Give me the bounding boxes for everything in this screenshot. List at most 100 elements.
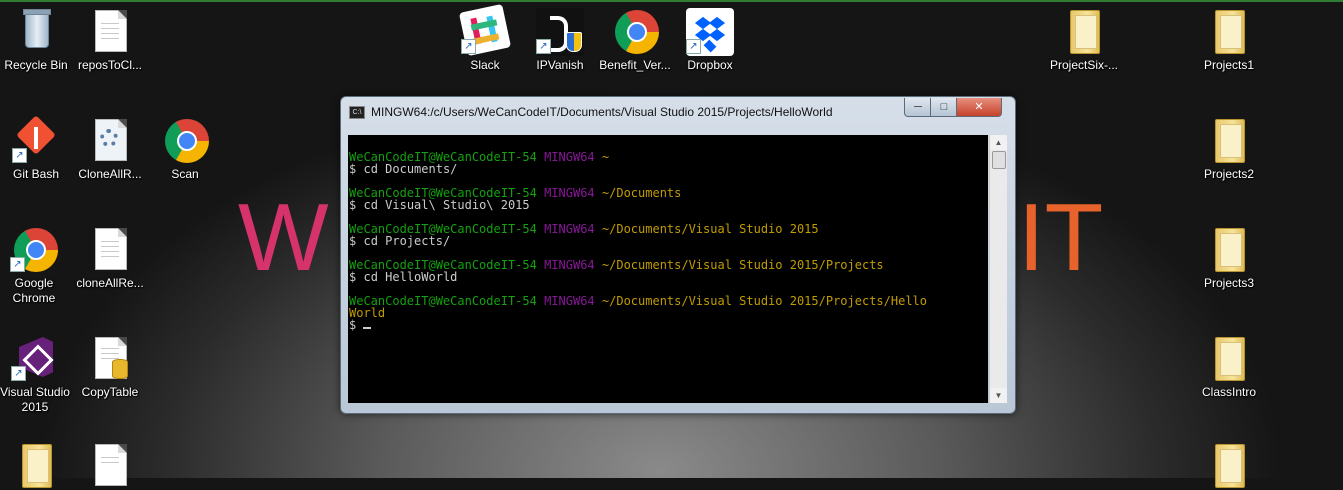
shortcut-arrow-icon: ↗ [11, 366, 26, 381]
close-button[interactable]: ✕ [956, 98, 1002, 117]
desktop-icon-label: CopyTable [81, 385, 139, 399]
ipvanish-icon: ↗ [536, 8, 584, 56]
command-text: cd HelloWorld [363, 270, 458, 284]
command-line: $ cd Documents/ [349, 163, 988, 175]
prompt-path: ~/Documents/Visual Studio 2015/Projects [601, 258, 884, 272]
desktop-icon-label: Benefit_Ver... [599, 58, 671, 72]
desktop-icon-repos-to-cl[interactable]: reposToCl... [72, 8, 148, 73]
shortcut-arrow-icon: ↗ [10, 257, 25, 272]
folder-icon [1205, 226, 1253, 274]
desktop-icon-folder-partial-right[interactable] [1191, 442, 1267, 490]
desktop-icon-label: IPVanish [536, 58, 584, 72]
terminal-console[interactable]: WeCanCodeIT@WeCanCodeIT-54 MINGW64 ~ $ c… [348, 135, 988, 403]
desktop-icon-slack[interactable]: ↗ Slack [447, 3, 523, 73]
vertical-scrollbar[interactable]: ▲ ▼ [989, 135, 1007, 403]
desktop-icon-project-six[interactable]: ProjectSix-... [1046, 8, 1122, 73]
visual-studio-icon: ↗ [11, 335, 59, 383]
desktop-icon-projects2[interactable]: Projects2 [1191, 117, 1267, 182]
prompt-path: ~/Documents/Visual Studio 2015 [601, 222, 819, 236]
prompt-path: ~/Documents [601, 186, 682, 200]
script-gear-icon [86, 117, 134, 165]
file-icon [86, 226, 134, 274]
desktop-icon-git-bash[interactable]: ↗ Git Bash [0, 115, 74, 182]
minimize-button[interactable]: ─ [904, 98, 932, 117]
scroll-up-arrow-icon[interactable]: ▲ [990, 135, 1007, 150]
desktop-icon-label: Visual Studio 2015 [0, 385, 70, 414]
desktop-icon-projects3[interactable]: Projects3 [1191, 226, 1267, 291]
maximize-button[interactable]: □ [930, 98, 958, 117]
desktop-icon-scan[interactable]: Scan [147, 117, 223, 182]
command-text: cd Visual\ Studio\ 2015 [363, 198, 530, 212]
desktop-icon-copy-table[interactable]: CopyTable [72, 335, 148, 400]
scroll-down-arrow-icon[interactable]: ▼ [990, 388, 1007, 403]
command-text: cd Documents/ [363, 162, 458, 176]
chrome-icon: ↗ [10, 226, 58, 274]
chrome-icon [611, 8, 659, 56]
desktop-icon-label: CloneAllR... [78, 167, 142, 181]
prompt-symbol: $ [349, 234, 357, 248]
folder-icon [1060, 8, 1108, 56]
window-title: MINGW64:/c/Users/WeCanCodeIT/Documents/V… [371, 105, 833, 119]
window-titlebar[interactable]: C:\ MINGW64:/c/Users/WeCanCodeIT/Documen… [341, 97, 1015, 127]
dropbox-icon: ↗ [686, 8, 734, 56]
folder-icon [1205, 8, 1253, 56]
desktop-icon-projects1[interactable]: Projects1 [1191, 8, 1267, 73]
desktop-icon-visual-studio[interactable]: ↗ Visual Studio 2015 [0, 335, 73, 415]
prompt-shell: MINGW64 [544, 258, 595, 272]
desktop-icon-label: Scan [171, 167, 199, 181]
desktop-icon-benefit-ver[interactable]: Benefit_Ver... [597, 8, 673, 73]
folder-icon [1205, 117, 1253, 165]
file-icon [86, 8, 134, 56]
prompt-shell: MINGW64 [544, 222, 595, 236]
shortcut-arrow-icon: ↗ [12, 148, 27, 163]
folder-icon [1205, 442, 1253, 490]
command-text: cd Projects/ [363, 234, 451, 248]
desktop-icon-label: Recycle Bin [4, 58, 68, 72]
desktop-icon-label: Git Bash [12, 167, 60, 181]
database-file-icon [86, 335, 134, 383]
chrome-icon [161, 117, 209, 165]
command-line: $ cd HelloWorld [349, 271, 988, 283]
desktop-icon-clone-all-r[interactable]: CloneAllR... [72, 117, 148, 182]
desktop-icon-ipvanish[interactable]: ↗ IPVanish [522, 8, 598, 73]
git-bash-icon: ↗ [12, 115, 60, 165]
desktop-icon-folder-partial[interactable] [0, 442, 74, 490]
shortcut-arrow-icon: ↗ [536, 39, 551, 54]
active-command-line[interactable]: $ [349, 319, 988, 331]
file-icon [86, 442, 134, 490]
prompt-symbol: $ [349, 270, 357, 284]
desktop-icon-label: Projects2 [1203, 167, 1255, 181]
desktop-icon-label: ClassIntro [1201, 385, 1257, 399]
terminal-window[interactable]: C:\ MINGW64:/c/Users/WeCanCodeIT/Documen… [340, 96, 1016, 414]
wallpaper-watermark-left: W [238, 184, 329, 291]
command-line: $ cd Visual\ Studio\ 2015 [349, 199, 988, 211]
prompt-line-wrap: World [349, 307, 988, 319]
desktop-icon-class-intro[interactable]: ClassIntro [1191, 335, 1267, 400]
desktop-icon-file-partial[interactable] [72, 442, 148, 490]
desktop-icon-label: ProjectSix-... [1049, 58, 1118, 72]
terminal-icon: C:\ [349, 106, 365, 119]
top-accent-line [0, 0, 1343, 2]
shortcut-arrow-icon: ↗ [686, 39, 701, 54]
prompt-symbol: $ [349, 162, 357, 176]
prompt-symbol: $ [349, 318, 357, 332]
desktop-icon-label: Dropbox [687, 58, 733, 72]
desktop-icon-label: Projects3 [1203, 276, 1255, 290]
prompt-path: ~ [601, 150, 610, 164]
desktop-icon-clone-all-re[interactable]: cloneAllRe... [72, 226, 148, 291]
prompt-symbol: $ [349, 198, 357, 212]
shortcut-arrow-icon: ↗ [461, 39, 476, 54]
desktop-icon-label: reposToCl... [77, 58, 143, 72]
slack-icon: ↗ [458, 3, 512, 57]
prompt-path: ~/Documents/Visual Studio 2015/Projects/… [601, 294, 927, 308]
scrollbar-thumb[interactable] [992, 151, 1006, 169]
desktop-icon-google-chrome[interactable]: ↗ Google Chrome [0, 226, 72, 306]
desktop-icon-recycle-bin[interactable]: Recycle Bin [0, 8, 74, 73]
recycle-bin-icon [12, 8, 60, 56]
folder-icon [12, 442, 60, 490]
prompt-shell: MINGW64 [544, 150, 595, 164]
folder-icon [1205, 335, 1253, 383]
desktop-icon-dropbox[interactable]: ↗ Dropbox [672, 8, 748, 73]
command-line: $ cd Projects/ [349, 235, 988, 247]
prompt-shell: MINGW64 [544, 186, 595, 200]
